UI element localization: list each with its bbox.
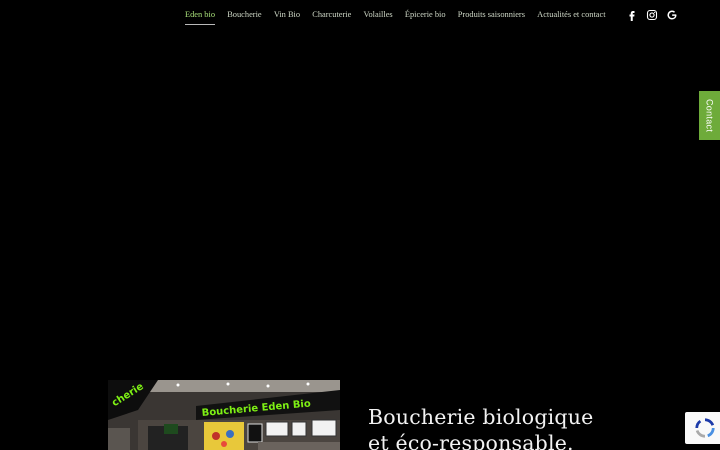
heading-line-1: Boucherie biologique xyxy=(368,405,594,429)
google-icon[interactable] xyxy=(666,9,678,21)
nav-item-actualites-contact[interactable]: Actualités et contact xyxy=(537,10,605,25)
nav-item-produits-saisonniers[interactable]: Produits saisonniers xyxy=(458,10,525,25)
contact-tab-label: Contact xyxy=(704,98,715,133)
nav-item-charcuterie[interactable]: Charcuterie xyxy=(312,10,351,25)
shop-photo: cherie Boucherie Eden Bio xyxy=(108,380,340,450)
nav-item-vin-bio[interactable]: Vin Bio xyxy=(274,10,300,25)
contact-tab[interactable]: Contact xyxy=(699,91,720,140)
page-heading: Boucherie biologique et éco-responsable. xyxy=(368,404,648,450)
social-links xyxy=(626,9,678,21)
main-nav: Eden bio Boucherie Vin Bio Charcuterie V… xyxy=(0,0,720,32)
recaptcha-badge[interactable] xyxy=(685,412,720,444)
recaptcha-icon xyxy=(695,418,715,438)
instagram-icon[interactable] xyxy=(646,9,658,21)
nav-item-epicerie-bio[interactable]: Épicerie bio xyxy=(405,10,446,25)
nav-links: Eden bio Boucherie Vin Bio Charcuterie V… xyxy=(185,10,618,25)
facebook-icon[interactable] xyxy=(626,9,638,21)
nav-item-volailles[interactable]: Volailles xyxy=(364,10,393,25)
heading-line-2: et éco-responsable. xyxy=(368,431,574,450)
nav-item-eden-bio[interactable]: Eden bio xyxy=(185,10,216,25)
nav-item-boucherie[interactable]: Boucherie xyxy=(227,10,261,25)
